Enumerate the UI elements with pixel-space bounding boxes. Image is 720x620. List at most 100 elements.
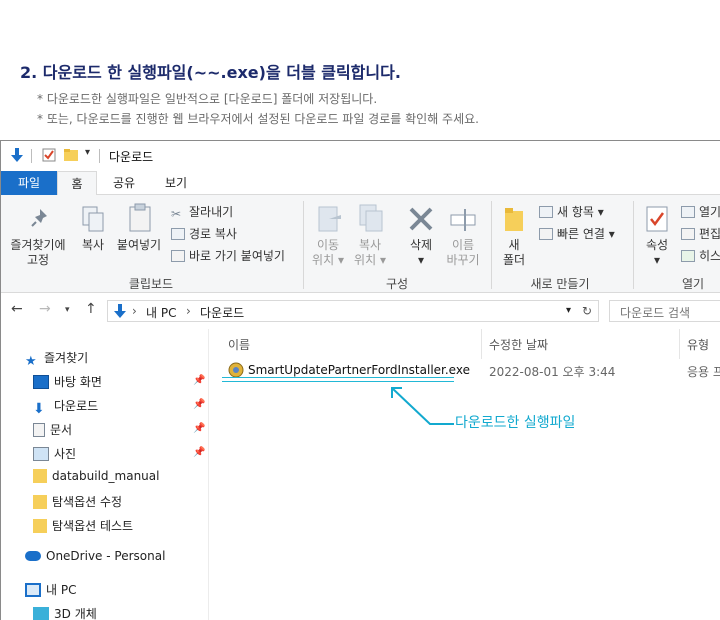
column-header-modified[interactable]: 수정한 날짜: [489, 333, 548, 357]
qa-dropdown-icon[interactable]: ▾: [85, 147, 90, 158]
new-folder-button[interactable]: 새 폴더: [497, 238, 531, 268]
search-placeholder: 다운로드 검색: [620, 306, 691, 320]
download-arrow-icon: [11, 148, 23, 162]
move-to-button[interactable]: 이동 위치 ▾: [309, 238, 347, 268]
nav-quick-access[interactable]: ★ 즐겨찾기: [25, 349, 88, 369]
move-to-icon: [318, 206, 341, 232]
folder-icon: [33, 495, 47, 509]
nav-item-search-options-edit[interactable]: 탐색옵션 수정: [33, 493, 122, 510]
nav-item-documents[interactable]: 문서: [33, 421, 72, 438]
recent-dropdown-icon[interactable]: ▾: [65, 305, 70, 315]
file-underline: [222, 377, 454, 378]
tab-view[interactable]: 보기: [153, 171, 199, 195]
installer-icon: [228, 362, 244, 378]
properties-button[interactable]: 속성 ▾: [639, 238, 675, 268]
tab-file[interactable]: 파일: [1, 171, 57, 195]
paste-shortcut-button[interactable]: 바로 가기 붙여넣기: [171, 247, 285, 264]
group-clipboard-label: 클립보드: [128, 277, 174, 291]
address-dropdown-icon[interactable]: ▾: [566, 305, 571, 316]
open-icon: [681, 206, 695, 218]
ribbon: 즐겨찾기에 고정 복사 붙여넣기 ✂ 잘라내기 경로 복사 바로 가기 붙여넣기 …: [1, 195, 720, 293]
document-icon: [33, 423, 45, 437]
folder-icon: [33, 469, 47, 483]
edit-button[interactable]: 편집: [681, 225, 720, 242]
nav-3d-objects[interactable]: 3D 개체: [33, 605, 97, 620]
column-header-type[interactable]: 유형: [687, 333, 709, 357]
pin-icon: 📌: [193, 399, 206, 410]
shortcut-icon: [171, 250, 185, 262]
back-arrow-icon[interactable]: ←: [11, 301, 23, 317]
navigation-pane: ★ 즐겨찾기 바탕 화면 📌 ⬇ 다운로드 📌 문서 📌 사진 📌 databuil…: [1, 329, 209, 620]
cut-button[interactable]: ✂ 잘라내기: [171, 203, 233, 221]
nav-item-search-options-test[interactable]: 탐색옵션 테스트: [33, 517, 133, 534]
rename-icon: [450, 209, 476, 231]
copy-to-icon: [359, 204, 383, 232]
new-item-icon: [539, 206, 553, 218]
download-location-icon: [114, 304, 126, 318]
nav-item-pictures[interactable]: 사진: [33, 445, 76, 462]
new-folder-icon[interactable]: [63, 147, 79, 163]
easy-access-button[interactable]: 빠른 연결 ▾: [539, 225, 615, 242]
up-arrow-icon[interactable]: ↑: [85, 301, 97, 317]
paste-button[interactable]: 붙여넣기: [113, 238, 165, 253]
callout-arrow: [391, 387, 454, 425]
copy-to-button[interactable]: 복사 위치 ▾: [351, 238, 389, 268]
properties-icon: [646, 206, 668, 232]
group-organize-label: 구성: [385, 277, 409, 291]
refresh-icon[interactable]: ↻: [582, 304, 592, 318]
nav-item-downloads[interactable]: ⬇ 다운로드: [33, 397, 98, 417]
file-name[interactable]: SmartUpdatePartnerFordInstaller.exe: [248, 363, 470, 377]
computer-icon: [25, 583, 41, 597]
file-modified: 2022-08-01 오후 3:44: [489, 365, 616, 379]
breadcrumb-downloads[interactable]: 다운로드: [200, 304, 244, 321]
breadcrumb-this-pc[interactable]: 내 PC: [146, 304, 176, 321]
forward-arrow-icon[interactable]: →: [39, 301, 51, 317]
desktop-icon: [33, 375, 49, 389]
pin-icon: 📌: [193, 423, 206, 434]
doc-heading: 2. 다운로드 한 실행파일(~~.exe)을 더블 클릭합니다.: [20, 63, 401, 82]
breadcrumb-sep-1: ›: [132, 304, 137, 318]
breadcrumb-sep-2: ›: [186, 304, 191, 318]
pictures-icon: [33, 447, 49, 461]
ribbon-tabs: 파일 홈 공유 보기: [1, 171, 720, 196]
path-icon: [171, 228, 185, 240]
doc-note-2: * 또는, 다운로드를 진행한 웹 브라우저에서 설정된 다운로드 파일 경로를…: [37, 112, 479, 126]
pin-icon: 📌: [193, 447, 206, 458]
delete-button[interactable]: 삭제 ▾: [401, 238, 441, 268]
nav-this-pc[interactable]: 내 PC: [25, 581, 76, 598]
nav-onedrive[interactable]: OneDrive - Personal: [25, 549, 165, 563]
nav-item-databuild-manual[interactable]: databuild_manual: [33, 469, 159, 483]
search-box[interactable]: 다운로드 검색: [609, 300, 720, 322]
folder-icon: [33, 519, 47, 533]
group-new-label: 새로 만들기: [530, 277, 590, 291]
cloud-icon: [25, 551, 41, 561]
rename-button[interactable]: 이름 바꾸기: [441, 238, 485, 268]
history-button[interactable]: 히스: [681, 247, 720, 264]
new-item-button[interactable]: 새 항목 ▾: [539, 203, 604, 220]
delete-icon: [409, 207, 433, 231]
open-button[interactable]: 열기: [681, 203, 720, 220]
pin-quick-access-button[interactable]: 즐겨찾기에 고정: [5, 238, 71, 268]
pin-icon: [31, 209, 47, 227]
copy-icon: [82, 206, 104, 232]
pin-icon: 📌: [193, 375, 206, 386]
history-icon: [681, 250, 695, 262]
download-arrow-icon: ⬇: [33, 401, 45, 417]
copy-path-button[interactable]: 경로 복사: [171, 225, 237, 242]
column-header-name[interactable]: 이름: [228, 333, 250, 357]
copy-button[interactable]: 복사: [77, 238, 109, 253]
folder-icon: [505, 208, 523, 231]
file-type: 응용 프: [687, 365, 720, 379]
nav-item-desktop[interactable]: 바탕 화면: [33, 373, 102, 390]
address-box[interactable]: › 내 PC › 다운로드 ▾ ↻: [107, 300, 599, 322]
edit-icon: [681, 228, 695, 240]
tab-share[interactable]: 공유: [103, 171, 145, 195]
easy-access-icon: [539, 228, 553, 240]
address-bar-row: ← → ▾ ↑ › 내 PC › 다운로드 ▾ ↻ 다운로드 검색: [1, 293, 720, 329]
window-title: 다운로드: [109, 150, 154, 164]
tab-home[interactable]: 홈: [57, 171, 97, 196]
explorer-window: ▾ 다운로드 파일 홈 공유 보기 즐겨찾기에 고정 복사 붙여넣기 ✂ 잘라내기…: [0, 140, 720, 620]
title-bar: ▾ 다운로드: [1, 141, 720, 171]
file-list: 이름 수정한 날짜 유형 SmartUpdatePartnerFordInsta…: [211, 329, 720, 620]
properties-check-icon[interactable]: [41, 147, 57, 163]
